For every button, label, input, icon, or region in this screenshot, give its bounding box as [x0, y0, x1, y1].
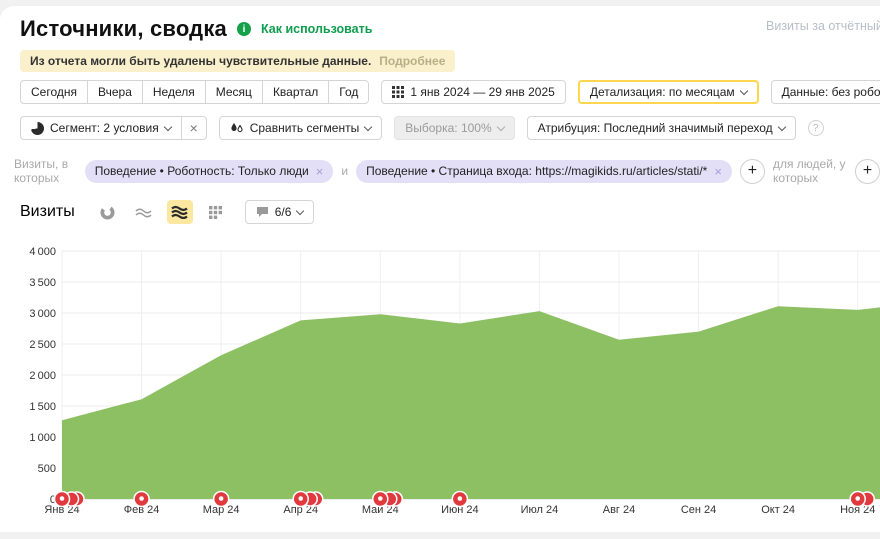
- visits-area-series: [62, 306, 880, 499]
- goals-counter-dropdown[interactable]: 6/6: [245, 200, 315, 224]
- y-axis-tick: 3 000: [29, 308, 56, 320]
- filter-prefix-label: Визиты, в которых: [14, 157, 77, 185]
- info-icon: i: [237, 22, 251, 36]
- annotation-marker-dot: [139, 496, 144, 501]
- sensitive-data-banner: Из отчета могли быть удалены чувствитель…: [20, 50, 455, 72]
- period-button[interactable]: Квартал: [262, 80, 329, 104]
- pie-segment-icon: [31, 122, 44, 135]
- compare-segments-label: Сравнить сегменты: [250, 121, 360, 135]
- chip-close-icon[interactable]: ×: [316, 164, 324, 179]
- report-subtitle: Визиты за отчётный период: [766, 19, 880, 33]
- y-axis-tick: 1 500: [29, 401, 56, 413]
- y-axis-tick: 1 000: [29, 432, 56, 444]
- annotation-marker-group[interactable]: [55, 492, 85, 507]
- date-range-button[interactable]: 1 янв 2024 — 29 янв 2025: [381, 80, 565, 104]
- chart-type-table-button[interactable]: [203, 200, 229, 224]
- filter-chip-robotness[interactable]: Поведение • Роботность: Только люди ×: [85, 160, 334, 183]
- goals-counter-label: 6/6: [275, 205, 292, 219]
- table-icon: [208, 205, 223, 219]
- attribution-dropdown[interactable]: Атрибуция: Последний значимый переход: [527, 116, 796, 140]
- annotation-marker-dot: [298, 496, 303, 501]
- stacked-area-icon: [171, 205, 188, 219]
- annotation-marker-dot: [60, 496, 65, 501]
- x-axis-tick: Июл 24: [521, 504, 559, 516]
- annotation-marker-group[interactable]: [214, 492, 229, 507]
- chevron-down-icon: [296, 206, 304, 214]
- segment-clear-button[interactable]: ×: [181, 116, 207, 140]
- period-button[interactable]: Сегодня: [20, 80, 88, 104]
- segment-label: Сегмент: 2 условия: [50, 121, 159, 135]
- chip-close-icon[interactable]: ×: [714, 164, 722, 179]
- chevron-down-icon: [364, 122, 372, 130]
- annotation-marker-group[interactable]: [293, 492, 323, 507]
- y-axis-tick: 2 000: [29, 370, 56, 382]
- chevron-down-icon: [496, 122, 504, 130]
- chip-label: Поведение • Страница входа: https://magi…: [366, 164, 707, 178]
- chevron-down-icon: [163, 122, 171, 130]
- annotation-marker-group[interactable]: [373, 492, 403, 507]
- add-visit-condition-button[interactable]: +: [740, 159, 765, 184]
- chevron-down-icon: [777, 122, 785, 130]
- visits-area-chart: 4 0003 5003 0002 5002 0001 5001 0005000Я…: [0, 244, 880, 534]
- annotation-marker-dot: [458, 496, 463, 501]
- metric-toolbar: Визиты: [20, 200, 314, 224]
- y-axis-tick: 500: [38, 463, 56, 475]
- line-chart-icon: [135, 205, 152, 219]
- banner-text: Из отчета могли быть удалены чувствитель…: [30, 54, 371, 68]
- chip-label: Поведение • Роботность: Только люди: [95, 164, 309, 178]
- chart-type-donut-button[interactable]: [95, 200, 121, 224]
- chart-canvas: 4 0003 5003 0002 5002 0001 5001 0005000Я…: [0, 244, 880, 534]
- annotation-marker-group[interactable]: [134, 492, 149, 507]
- page-title: Источники, сводка: [20, 16, 227, 42]
- drops-icon: [230, 122, 244, 135]
- segment-toolbar: Сегмент: 2 условия × Сравнить сегменты В…: [20, 116, 824, 140]
- detalization-label: Детализация: по месяцам: [590, 85, 735, 99]
- comment-bubble-icon: [256, 206, 269, 218]
- how-to-use-link[interactable]: Как использовать: [261, 22, 372, 36]
- segment-dropdown[interactable]: Сегмент: 2 условия: [20, 116, 182, 140]
- period-button[interactable]: Месяц: [205, 80, 263, 104]
- chart-type-area-button[interactable]: [167, 200, 193, 224]
- report-card: Источники, сводка i Как использовать Виз…: [0, 6, 880, 532]
- metric-title: Визиты: [20, 203, 75, 221]
- x-axis-tick: Окт 24: [761, 504, 795, 516]
- sampling-label: Выборка: 100%: [405, 121, 491, 135]
- sampling-dropdown[interactable]: Выборка: 100%: [394, 116, 514, 140]
- period-button[interactable]: Вчера: [87, 80, 143, 104]
- period-toolbar: СегодняВчераНеделяМесяцКварталГод 1 янв …: [20, 80, 880, 104]
- banner-more-link[interactable]: Подробнее: [379, 54, 445, 68]
- chevron-down-icon: [739, 86, 747, 94]
- calendar-grid-icon: [392, 86, 404, 98]
- period-segmented-control: СегодняВчераНеделяМесяцКварталГод: [20, 80, 369, 104]
- annotation-marker-dot: [378, 496, 383, 501]
- y-axis-tick: 2 500: [29, 339, 56, 351]
- y-axis-tick: 4 000: [29, 246, 56, 258]
- detalization-dropdown[interactable]: Детализация: по месяцам: [578, 80, 759, 104]
- date-range-label: 1 янв 2024 — 29 янв 2025: [410, 85, 554, 99]
- compare-segments-dropdown[interactable]: Сравнить сегменты: [219, 116, 383, 140]
- y-axis-tick: 3 500: [29, 277, 56, 289]
- add-user-condition-button[interactable]: +: [855, 159, 880, 184]
- period-button[interactable]: Год: [328, 80, 369, 104]
- period-button[interactable]: Неделя: [142, 80, 206, 104]
- filter-row: Визиты, в которых Поведение • Роботность…: [14, 157, 880, 185]
- attribution-label: Атрибуция: Последний значимый переход: [538, 121, 773, 135]
- donut-chart-icon: [100, 205, 115, 220]
- header: Источники, сводка i Как использовать: [20, 16, 372, 42]
- data-mode-dropdown[interactable]: Данные: без роботов: [771, 80, 880, 104]
- segment-group: Сегмент: 2 условия ×: [20, 116, 207, 140]
- annotation-marker-group[interactable]: [452, 492, 467, 507]
- chart-type-line-button[interactable]: [131, 200, 157, 224]
- x-axis-tick: Сен 24: [681, 504, 716, 516]
- annotation-marker-dot: [855, 496, 860, 501]
- filter-connector: и: [341, 164, 348, 178]
- annotation-marker-group[interactable]: [850, 492, 874, 507]
- data-mode-label: Данные: без роботов: [782, 85, 880, 99]
- x-axis-tick: Авг 24: [603, 504, 635, 516]
- filter-suffix-label: для людей, у которых: [773, 157, 847, 185]
- help-question-icon[interactable]: ?: [808, 120, 824, 136]
- annotation-marker-dot: [219, 496, 224, 501]
- filter-chip-entry-page[interactable]: Поведение • Страница входа: https://magi…: [356, 160, 732, 183]
